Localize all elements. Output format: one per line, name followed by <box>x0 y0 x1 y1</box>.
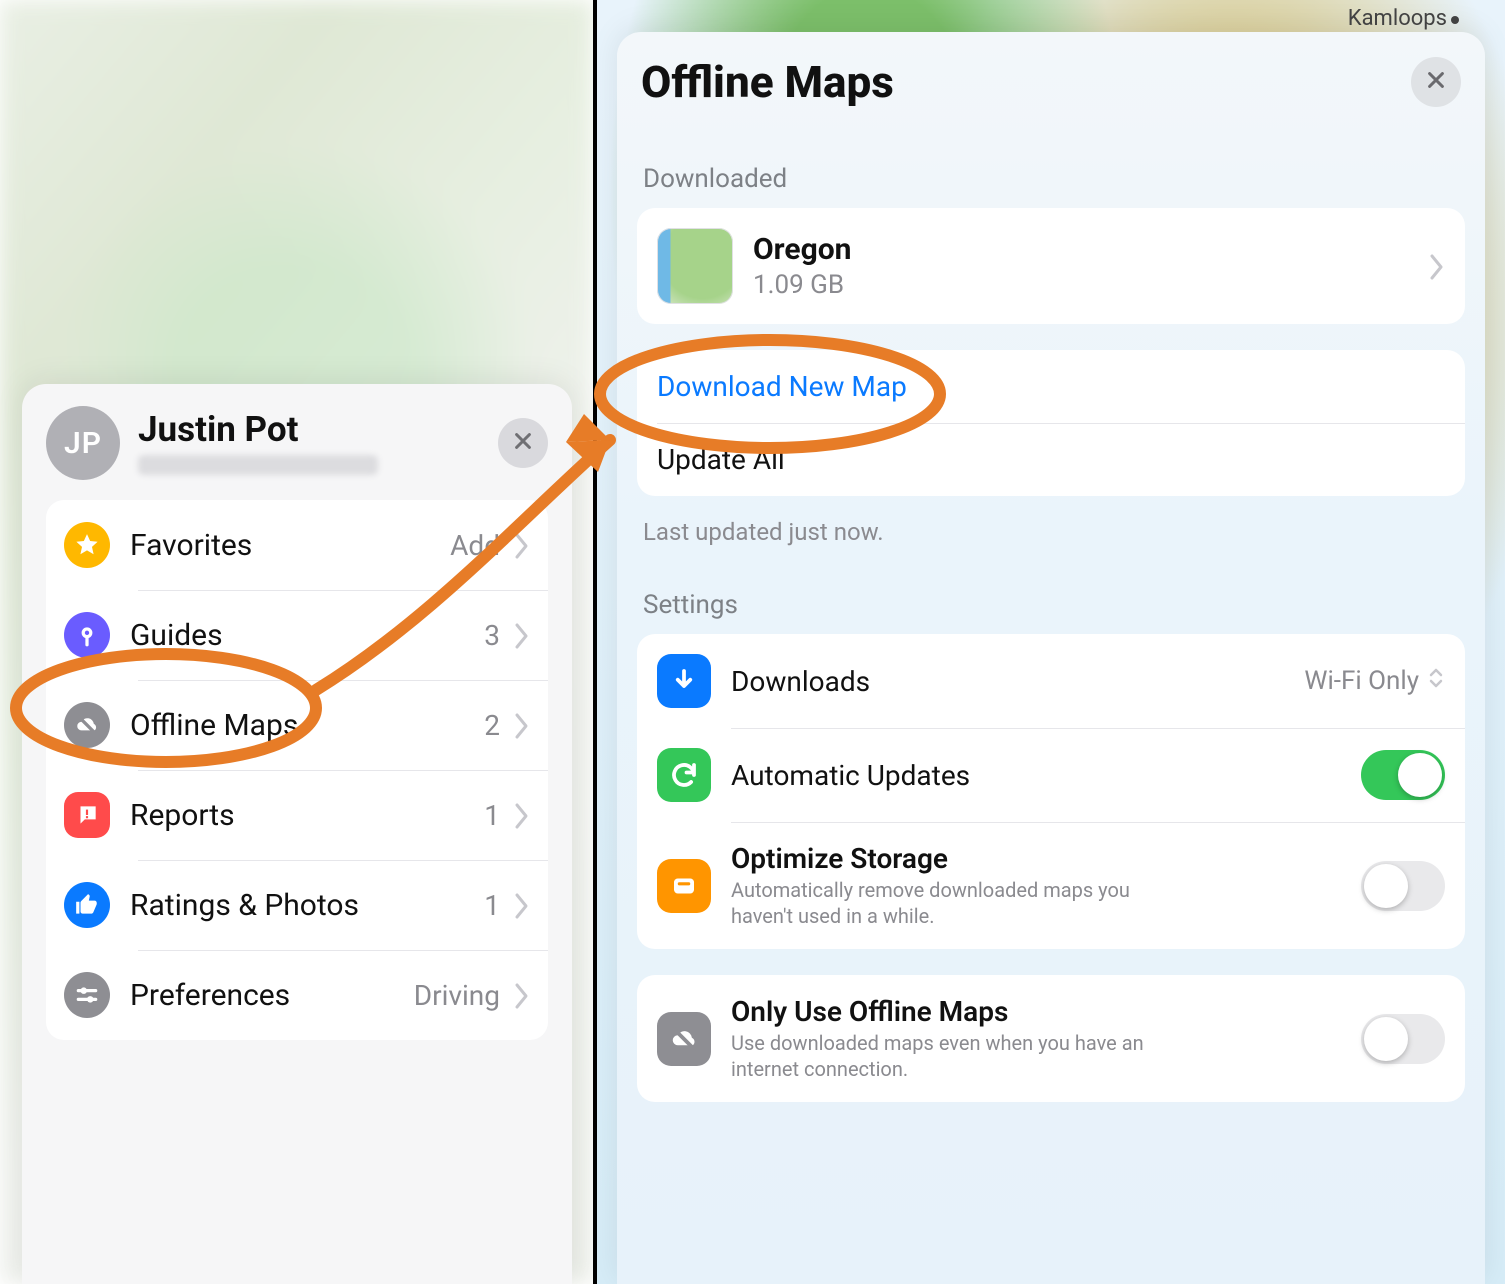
setting-value: Wi-Fi Only <box>1304 666 1419 696</box>
storage-icon <box>657 859 711 913</box>
avatar[interactable]: JP <box>46 406 120 480</box>
menu-item-ratings-photos[interactable]: Ratings & Photos 1 <box>46 860 548 950</box>
chevron-right-icon <box>514 532 530 558</box>
close-button[interactable] <box>498 418 548 468</box>
star-icon <box>64 522 110 568</box>
download-new-map-row[interactable]: Download New Map <box>637 350 1465 423</box>
cloud-slash-icon <box>64 702 110 748</box>
setting-label: Optimize Storage <box>731 842 1151 875</box>
profile-menu: Favorites Add Guides 3 <box>46 500 548 1040</box>
map-name: Oregon <box>753 233 851 266</box>
menu-item-reports[interactable]: Reports 1 <box>46 770 548 860</box>
chevron-right-icon <box>514 802 530 828</box>
setting-automatic-updates[interactable]: Automatic Updates <box>637 728 1465 822</box>
menu-tail-add[interactable]: Add <box>450 529 500 562</box>
guides-icon <box>64 612 110 658</box>
menu-item-preferences[interactable]: Preferences Driving <box>46 950 548 1040</box>
profile-email-redacted <box>138 455 378 475</box>
menu-item-offline-maps[interactable]: Offline Maps 2 <box>46 680 548 770</box>
menu-tail-value: Driving <box>414 979 500 1012</box>
close-icon <box>1425 69 1447 95</box>
thumb-up-icon <box>64 882 110 928</box>
download-new-map-link[interactable]: Download New Map <box>657 370 907 403</box>
update-all-label: Update All <box>657 443 785 476</box>
update-all-row[interactable]: Update All <box>637 423 1465 496</box>
menu-label: Favorites <box>130 528 252 563</box>
menu-label: Reports <box>130 798 235 833</box>
setting-downloads[interactable]: Downloads Wi-Fi Only <box>637 634 1465 728</box>
toggle-optimize-storage[interactable] <box>1361 861 1445 911</box>
menu-label: Offline Maps <box>130 708 298 743</box>
profile-sheet: JP Justin Pot Favorites <box>22 384 572 1284</box>
setting-subtext: Automatically remove downloaded maps you… <box>731 877 1151 929</box>
map-place-dot-icon <box>1451 16 1459 24</box>
close-button[interactable] <box>1411 57 1461 107</box>
chevron-right-icon <box>514 712 530 738</box>
section-header-downloaded: Downloaded <box>643 164 1459 194</box>
map-place-label: Kamloops <box>1348 6 1447 31</box>
chevron-right-icon <box>514 622 530 648</box>
menu-item-favorites[interactable]: Favorites Add <box>46 500 548 590</box>
refresh-icon <box>657 748 711 802</box>
toggle-automatic-updates[interactable] <box>1361 750 1445 800</box>
map-size: 1.09 GB <box>753 270 851 300</box>
menu-count: 1 <box>484 799 500 832</box>
menu-label: Preferences <box>130 978 290 1013</box>
setting-only-offline[interactable]: Only Use Offline Maps Use downloaded map… <box>637 975 1465 1102</box>
download-icon <box>657 654 711 708</box>
chevron-updown-icon <box>1427 666 1445 697</box>
setting-optimize-storage[interactable]: Optimize Storage Automatically remove do… <box>637 822 1465 949</box>
screen-title: Offline Maps <box>641 56 894 108</box>
close-icon <box>512 430 534 456</box>
section-header-settings: Settings <box>643 590 1459 620</box>
preferences-icon <box>64 972 110 1018</box>
menu-item-guides[interactable]: Guides 3 <box>46 590 548 680</box>
offline-maps-screen: Kamloops Offline Maps Downloaded Oregon … <box>593 0 1505 1284</box>
offline-maps-sheet: Offline Maps Downloaded Oregon 1.09 GB <box>617 32 1485 1284</box>
reports-icon <box>64 792 110 838</box>
setting-label: Only Use Offline Maps <box>731 995 1151 1028</box>
setting-label: Downloads <box>731 665 870 698</box>
profile-name: Justin Pot <box>138 411 378 450</box>
menu-count: 2 <box>484 709 500 742</box>
menu-label: Ratings & Photos <box>130 888 359 923</box>
map-thumbnail <box>657 228 733 304</box>
chevron-right-icon <box>514 892 530 918</box>
setting-value-picker[interactable]: Wi-Fi Only <box>1304 666 1445 697</box>
profile-screen: JP Justin Pot Favorites <box>0 0 593 1284</box>
setting-subtext: Use downloaded maps even when you have a… <box>731 1030 1151 1082</box>
chevron-right-icon <box>1429 253 1445 279</box>
toggle-only-offline[interactable] <box>1361 1014 1445 1064</box>
last-updated-note: Last updated just now. <box>643 518 1459 546</box>
chevron-right-icon <box>514 982 530 1008</box>
downloaded-map-item[interactable]: Oregon 1.09 GB <box>637 208 1465 324</box>
menu-count: 3 <box>484 619 500 652</box>
menu-count: 1 <box>484 889 500 922</box>
menu-label: Guides <box>130 618 223 653</box>
setting-label: Automatic Updates <box>731 759 970 792</box>
cloud-slash-icon <box>657 1012 711 1066</box>
